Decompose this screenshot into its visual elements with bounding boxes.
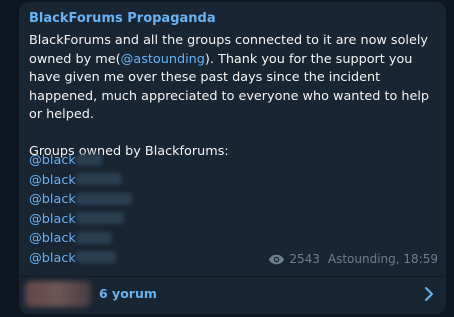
redacted-blur [75,251,116,263]
comments-button[interactable]: 6 yorum [19,277,446,314]
channel-name[interactable]: BlackForums Propaganda [29,11,216,26]
view-count: 2543 [289,252,320,266]
message-bubble: BlackForums Propaganda BlackForums and a… [19,2,446,314]
redacted-blur [75,231,112,244]
handle-link[interactable]: @black [29,172,132,192]
redacted-blur [75,192,132,205]
chevron-right-icon [425,287,433,301]
redacted-blur [75,212,124,224]
commenter-avatars [25,281,91,307]
redacted-blur [75,153,102,166]
handle-link[interactable]: @black [29,250,132,270]
message-meta: 2543 Astounding, 18:59 [268,252,438,266]
handle-link[interactable]: @black [29,211,132,231]
handle-link[interactable]: @black [29,152,132,172]
handle-link[interactable]: @black [29,230,132,250]
handle-link[interactable]: @black [29,191,132,211]
comments-label: 6 yorum [99,286,157,301]
handle-list: @black @black @black @black @black @blac… [29,152,132,269]
eye-icon [269,254,285,264]
mention-link[interactable]: @astounding [121,52,205,67]
author-time: Astounding, 18:59 [327,252,438,266]
redacted-blur [75,173,122,185]
message-text: BlackForums and all the groups connected… [29,32,439,162]
